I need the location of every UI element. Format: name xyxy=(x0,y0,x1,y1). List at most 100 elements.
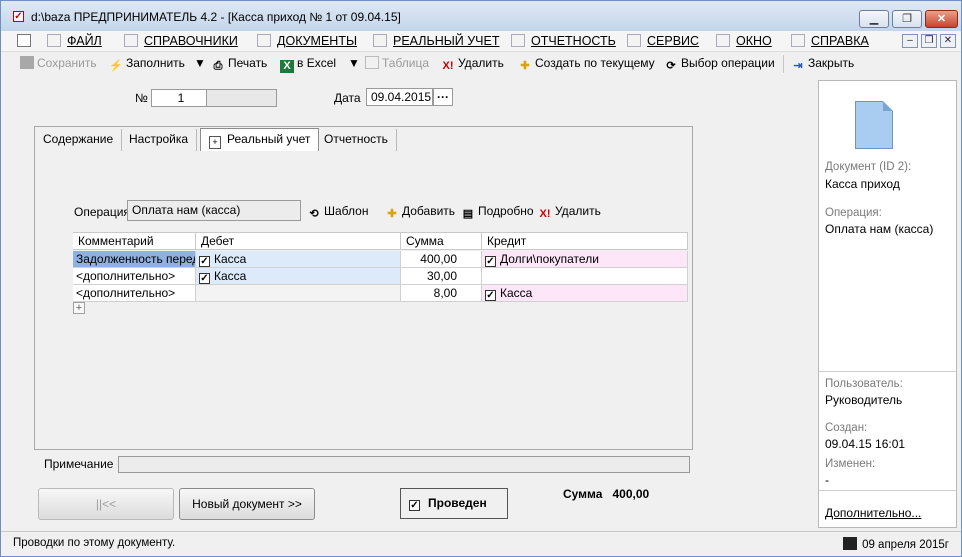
comment-cell[interactable]: <дополнительно> xyxy=(73,268,196,285)
delete-entry-button[interactable]: X! Удалить xyxy=(538,204,601,221)
delete-button[interactable]: X! Удалить xyxy=(441,56,504,72)
tab-document-icon: + xyxy=(209,136,221,149)
sum-cell[interactable]: 400,00 xyxy=(401,251,482,268)
excel-button[interactable]: Xв Excel xyxy=(280,56,336,73)
table-button[interactable]: Таблица xyxy=(365,56,429,72)
checkbox-icon[interactable]: ✓ xyxy=(485,290,496,301)
checkbox-icon[interactable]: ✓ xyxy=(409,500,420,511)
mdi-restore-button[interactable]: ❐ xyxy=(921,34,937,48)
comment-cell[interactable]: <дополнительно> xyxy=(73,285,196,302)
tab-reports[interactable]: Отчетность xyxy=(316,129,397,151)
create-from-current-button[interactable]: ✚ Создать по текущему xyxy=(518,56,654,72)
new-document-button[interactable]: Новый документ >> xyxy=(179,488,315,520)
menu-reports[interactable]: ОТЧЕТНОСТЬ xyxy=(511,34,616,50)
minimize-icon: ▁ xyxy=(869,13,879,25)
column-header-comment[interactable]: Комментарий xyxy=(73,233,196,250)
operation-label: Операция xyxy=(74,205,130,219)
delete-icon: X! xyxy=(539,208,551,220)
template-button[interactable]: ⟲ Шаблон xyxy=(307,204,368,221)
number-suffix-field[interactable] xyxy=(206,89,277,107)
credit-cell[interactable]: ✓ Касса xyxy=(482,285,688,302)
dropdown-arrow-icon: ▼ xyxy=(194,56,206,70)
excel-dropdown-button[interactable]: ▼ xyxy=(348,56,360,72)
ledger-icon xyxy=(373,34,387,47)
menu-bar: ФАЙЛ СПРАВОЧНИКИ ДОКУМЕНТЫ РЕАЛЬНЫЙ УЧЕТ… xyxy=(1,31,961,52)
menu-help[interactable]: СПРАВКА xyxy=(791,34,869,50)
save-icon xyxy=(20,56,34,69)
note-field[interactable] xyxy=(118,456,690,473)
add-entry-button[interactable]: ✚ Добавить xyxy=(385,204,455,221)
window-title: d:\baza ПРЕДПРИНИМАТЕЛЬ 4.2 - [Касса при… xyxy=(31,10,401,24)
changed-value: - xyxy=(825,473,829,487)
menu-service[interactable]: СЕРВИС xyxy=(627,34,699,50)
operation-field[interactable]: Оплата нам (касса) xyxy=(127,200,301,221)
date-field[interactable]: 09.04.2015 xyxy=(366,88,433,106)
save-button[interactable]: Сохранить xyxy=(20,56,97,72)
tab-settings[interactable]: Настройка xyxy=(121,129,198,151)
delete-icon: X! xyxy=(442,60,454,72)
menu-real-accounting[interactable]: РЕАЛЬНЫЙ УЧЕТ xyxy=(373,34,500,50)
sum-cell[interactable]: 8,00 xyxy=(401,285,482,302)
credit-cell[interactable] xyxy=(482,268,688,285)
tab-real-accounting[interactable]: + Реальный учет xyxy=(200,128,320,151)
debit-cell[interactable] xyxy=(196,285,401,302)
user-value: Руководитель xyxy=(825,393,903,407)
fill-button[interactable]: ⚡ Заполнить xyxy=(109,56,185,72)
user-label: Пользователь: xyxy=(825,378,903,390)
table-row[interactable]: <дополнительно> ✓ Касса 30,00 xyxy=(73,268,688,285)
checkbox-icon[interactable]: ✓ xyxy=(199,273,210,284)
table-row[interactable]: Задолженность перед ✓ Касса 400,00 ✓ Долги… xyxy=(73,251,688,268)
more-link[interactable]: Дополнительно... xyxy=(825,506,921,520)
details-button[interactable]: ▤ Подробно xyxy=(461,204,534,221)
printer-icon: ⎙ xyxy=(213,60,223,72)
print-button[interactable]: ⎙ Печать xyxy=(211,56,268,72)
debit-cell[interactable]: ✓ Касса xyxy=(196,268,401,285)
exit-icon: ⇥ xyxy=(793,60,803,72)
comment-cell[interactable]: Задолженность перед xyxy=(73,251,196,268)
close-icon: ✕ xyxy=(936,13,947,25)
document-icon xyxy=(855,101,893,149)
close-document-button[interactable]: ⇥ Закрыть xyxy=(791,56,854,72)
status-text: Проводки по этому документу. xyxy=(13,537,176,549)
fill-dropdown-button[interactable]: ▼ xyxy=(194,56,206,72)
menu-file[interactable]: ФАЙЛ xyxy=(47,34,102,50)
checkbox-icon[interactable]: ✓ xyxy=(485,256,496,267)
note-label: Примечание xyxy=(44,457,114,471)
plus-icon: ✚ xyxy=(387,208,397,220)
column-header-debit[interactable]: Дебет xyxy=(196,233,401,250)
side-operation-value: Оплата нам (касса) xyxy=(825,222,934,236)
service-icon xyxy=(627,34,641,47)
column-header-sum[interactable]: Сумма xyxy=(401,233,482,250)
table-icon xyxy=(365,56,379,69)
new-document-icon[interactable] xyxy=(17,34,37,50)
posted-toggle[interactable]: ✓ Проведен xyxy=(400,488,508,519)
maximize-button[interactable]: ❐ xyxy=(892,10,922,28)
number-field[interactable]: 1 xyxy=(151,89,207,107)
date-picker-button[interactable]: ··· xyxy=(433,88,453,106)
total-sum: Сумма 400,00 xyxy=(563,487,650,501)
checkbox-icon[interactable]: ✓ xyxy=(199,256,210,267)
maximize-icon: ❐ xyxy=(902,13,912,25)
table-row[interactable]: <дополнительно> 8,00 ✓ Касса xyxy=(73,285,688,302)
minimize-button[interactable]: ▁ xyxy=(859,10,889,28)
menu-directories[interactable]: СПРАВОЧНИКИ xyxy=(124,34,238,50)
created-value: 09.04.15 16:01 xyxy=(825,437,906,451)
side-operation-label: Операция: xyxy=(825,207,882,219)
close-button[interactable]: ✕ xyxy=(925,10,958,28)
side-info-panel: Документ (ID 2): Касса приход Операция: … xyxy=(818,80,957,528)
prev-document-button[interactable]: ||<< xyxy=(38,488,174,520)
mdi-close-button[interactable]: ✕ xyxy=(940,34,956,48)
mdi-minimize-button[interactable]: – xyxy=(902,34,918,48)
debit-cell[interactable]: ✓ Касса xyxy=(196,251,401,268)
menu-documents[interactable]: ДОКУМЕНТЫ xyxy=(257,34,357,50)
changed-label: Изменен: xyxy=(825,458,876,470)
document-icon xyxy=(257,34,271,47)
choose-operation-button[interactable]: ⟳ Выбор операции xyxy=(664,56,774,72)
column-header-credit[interactable]: Кредит xyxy=(482,233,688,250)
sum-cell[interactable]: 30,00 xyxy=(401,268,482,285)
tab-content[interactable]: Содержание xyxy=(35,129,123,151)
add-row-button[interactable]: + xyxy=(73,302,85,314)
credit-cell[interactable]: ✓ Долги\покупатели xyxy=(482,251,688,268)
title-bar: ✓ d:\baza ПРЕДПРИНИМАТЕЛЬ 4.2 - [Касса п… xyxy=(1,1,961,31)
menu-window[interactable]: ОКНО xyxy=(716,34,772,50)
